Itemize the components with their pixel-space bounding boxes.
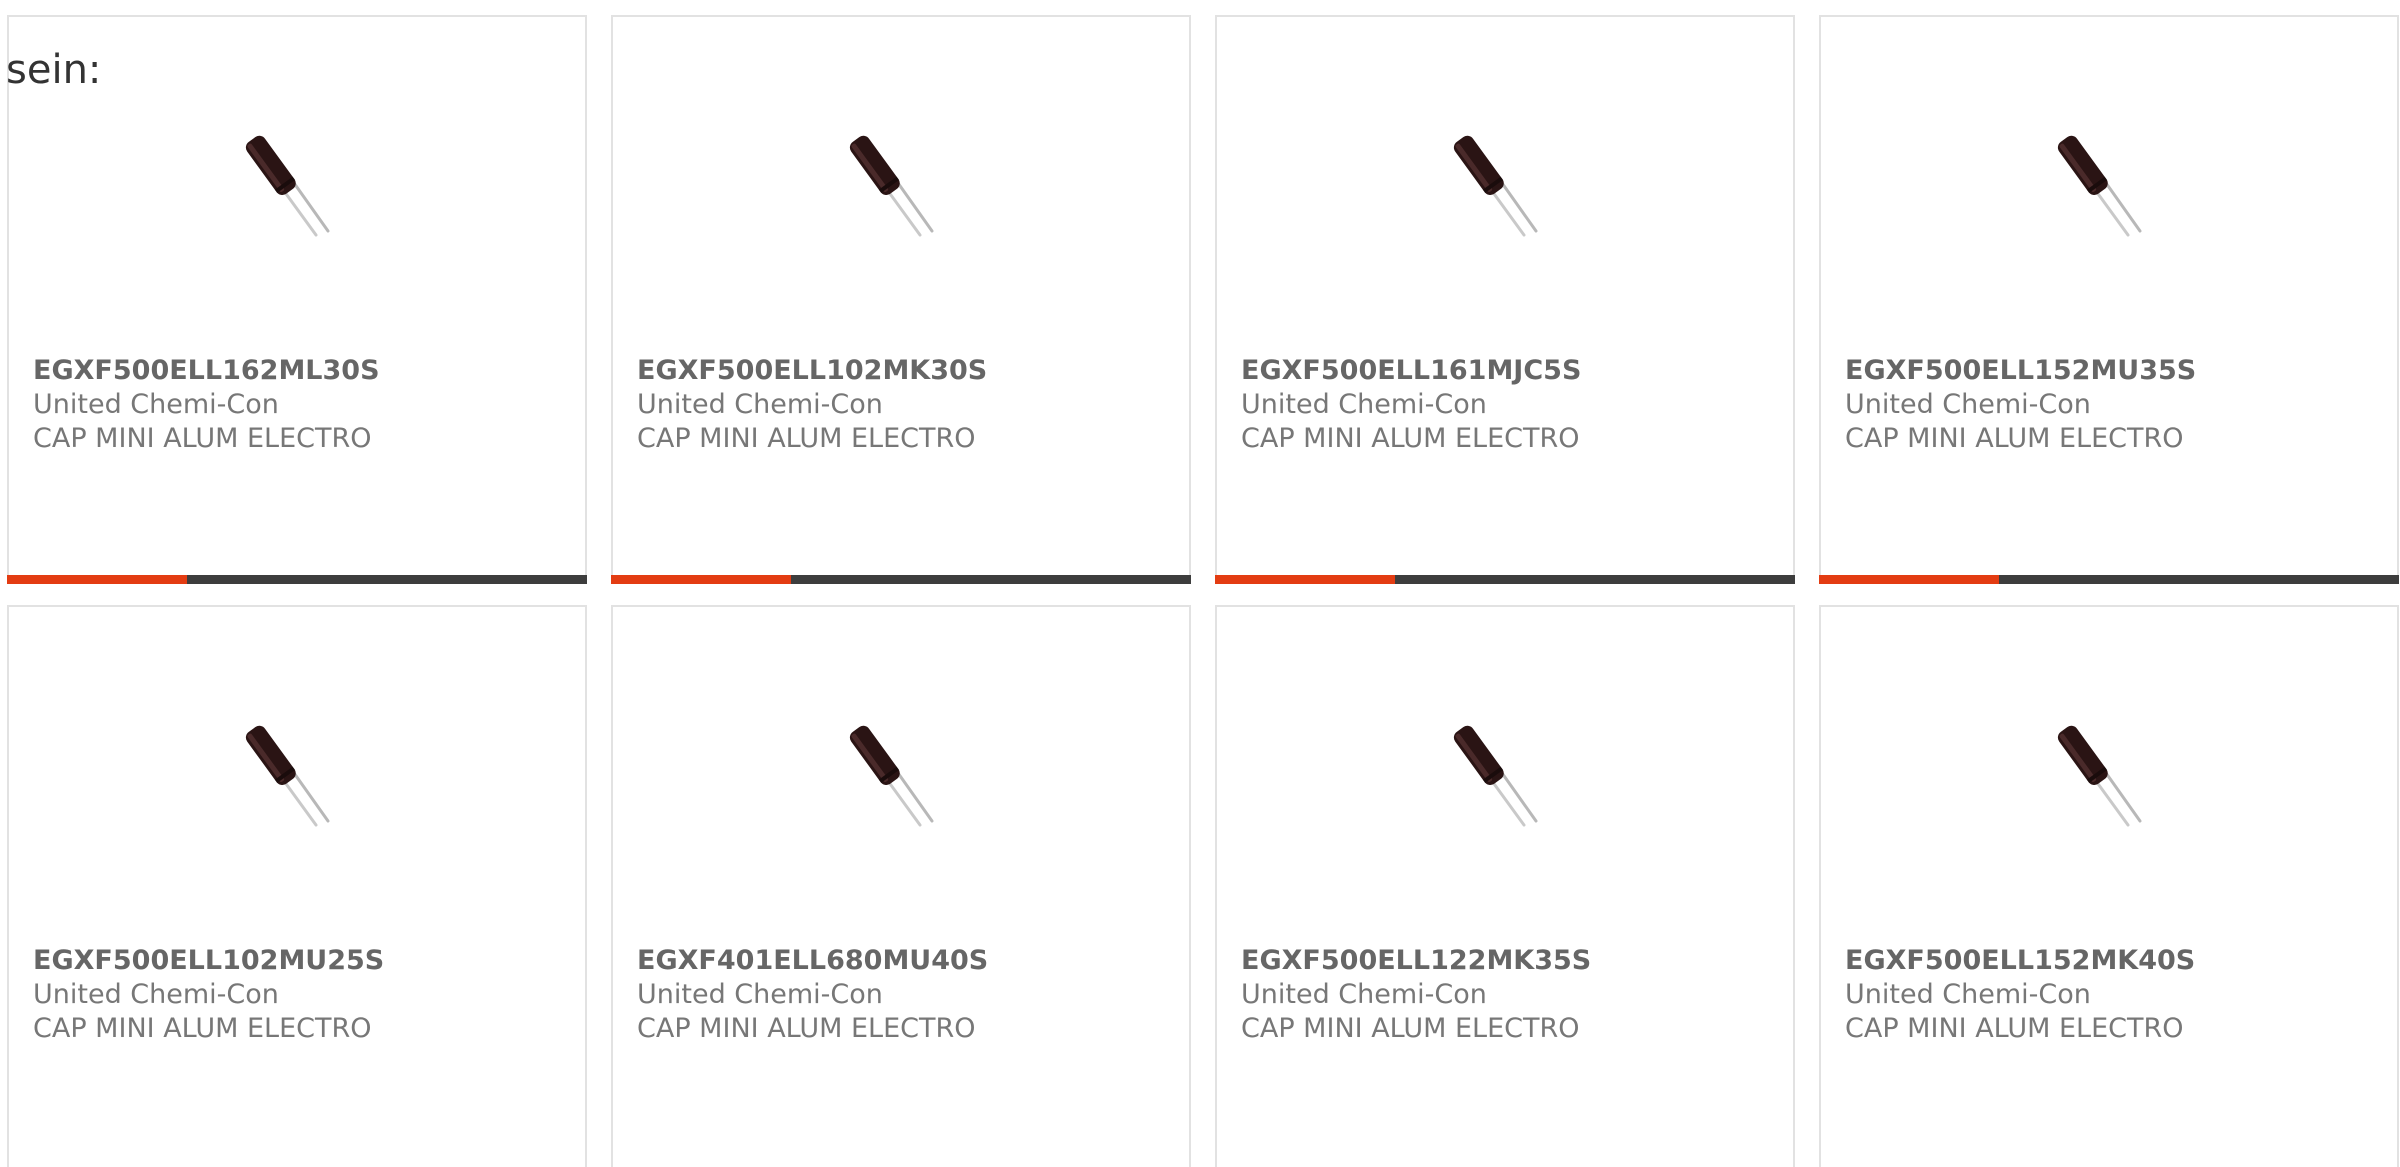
product-info: EGXF500ELL102MK30S United Chemi-Con CAP … (637, 354, 1169, 456)
product-description: CAP MINI ALUM ELECTRO (1241, 423, 1580, 454)
manufacturer: United Chemi-Con (637, 389, 883, 420)
progress-bar (7, 575, 587, 584)
product-card[interactable]: EGXF500ELL102MU25S United Chemi-Con CAP … (7, 605, 587, 1167)
progress-fill (1215, 575, 1395, 584)
manufacturer: United Chemi-Con (637, 979, 883, 1010)
part-number[interactable]: EGXF500ELL102MK30S (637, 354, 1169, 388)
product-image (1217, 717, 1793, 857)
product-description: CAP MINI ALUM ELECTRO (637, 1013, 976, 1044)
product-description: CAP MINI ALUM ELECTRO (33, 1013, 372, 1044)
part-number[interactable]: EGXF500ELL122MK35S (1241, 944, 1773, 978)
product-description: CAP MINI ALUM ELECTRO (1845, 423, 2184, 454)
product-info: EGXF500ELL161MJC5S United Chemi-Con CAP … (1241, 354, 1773, 456)
product-description: CAP MINI ALUM ELECTRO (33, 423, 372, 454)
product-image (613, 127, 1189, 267)
part-number[interactable]: EGXF500ELL152MK40S (1845, 944, 2377, 978)
capacitor-image (849, 725, 934, 827)
progress-bar (1215, 575, 1795, 584)
progress-bar (1819, 575, 2399, 584)
part-number[interactable]: EGXF500ELL152MU35S (1845, 354, 2377, 388)
product-description: CAP MINI ALUM ELECTRO (637, 423, 976, 454)
manufacturer: United Chemi-Con (1241, 979, 1487, 1010)
progress-fill (7, 575, 187, 584)
capacitor-image (2057, 725, 2142, 827)
product-info: EGXF500ELL102MU25S United Chemi-Con CAP … (33, 944, 565, 1046)
product-grid: EGXF500ELL162ML30S United Chemi-Con CAP … (7, 15, 2400, 1167)
product-image (1821, 717, 2397, 857)
progress-bar (611, 575, 1191, 584)
part-number[interactable]: EGXF500ELL162ML30S (33, 354, 565, 388)
product-card[interactable]: EGXF500ELL162ML30S United Chemi-Con CAP … (7, 15, 587, 584)
manufacturer: United Chemi-Con (1241, 389, 1487, 420)
manufacturer: United Chemi-Con (1845, 389, 2091, 420)
product-info: EGXF500ELL122MK35S United Chemi-Con CAP … (1241, 944, 1773, 1046)
progress-fill (611, 575, 791, 584)
product-description: CAP MINI ALUM ELECTRO (1241, 1013, 1580, 1044)
capacitor-image (1453, 135, 1538, 237)
product-card[interactable]: EGXF500ELL102MK30S United Chemi-Con CAP … (611, 15, 1191, 584)
product-image (9, 717, 585, 857)
product-description: CAP MINI ALUM ELECTRO (1845, 1013, 2184, 1044)
section-heading: sein: (6, 47, 102, 93)
product-image (1821, 127, 2397, 267)
product-card[interactable]: EGXF401ELL680MU40S United Chemi-Con CAP … (611, 605, 1191, 1167)
manufacturer: United Chemi-Con (1845, 979, 2091, 1010)
part-number[interactable]: EGXF401ELL680MU40S (637, 944, 1169, 978)
part-number[interactable]: EGXF500ELL102MU25S (33, 944, 565, 978)
product-info: EGXF500ELL162ML30S United Chemi-Con CAP … (33, 354, 565, 456)
capacitor-image (245, 725, 330, 827)
product-info: EGXF500ELL152MK40S United Chemi-Con CAP … (1845, 944, 2377, 1046)
capacitor-image (849, 135, 934, 237)
product-card[interactable]: EGXF500ELL122MK35S United Chemi-Con CAP … (1215, 605, 1795, 1167)
progress-fill (1819, 575, 1999, 584)
product-card[interactable]: EGXF500ELL152MU35S United Chemi-Con CAP … (1819, 15, 2399, 584)
capacitor-image (2057, 135, 2142, 237)
capacitor-image (245, 135, 330, 237)
product-image (9, 127, 585, 267)
product-info: EGXF500ELL152MU35S United Chemi-Con CAP … (1845, 354, 2377, 456)
product-card[interactable]: EGXF500ELL161MJC5S United Chemi-Con CAP … (1215, 15, 1795, 584)
manufacturer: United Chemi-Con (33, 979, 279, 1010)
part-number[interactable]: EGXF500ELL161MJC5S (1241, 354, 1773, 388)
product-card[interactable]: EGXF500ELL152MK40S United Chemi-Con CAP … (1819, 605, 2399, 1167)
product-image (1217, 127, 1793, 267)
page: EGXF500ELL162ML30S United Chemi-Con CAP … (0, 0, 2400, 1167)
product-info: EGXF401ELL680MU40S United Chemi-Con CAP … (637, 944, 1169, 1046)
capacitor-image (1453, 725, 1538, 827)
product-image (613, 717, 1189, 857)
manufacturer: United Chemi-Con (33, 389, 279, 420)
